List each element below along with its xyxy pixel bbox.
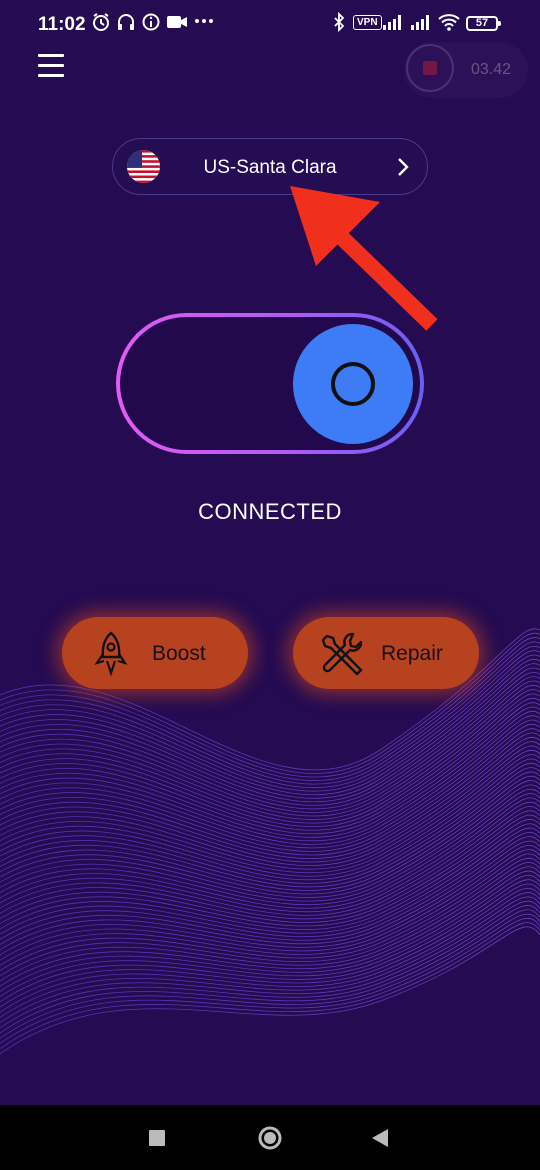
menu-icon[interactable] <box>38 54 66 80</box>
signal-icon <box>410 12 434 32</box>
back-button[interactable] <box>372 1129 388 1152</box>
tools-icon <box>321 632 363 676</box>
repair-button[interactable]: Repair <box>293 617 479 689</box>
video-icon <box>166 12 188 32</box>
status-time: 11:02 <box>38 14 86 35</box>
more-icon <box>194 18 214 24</box>
bluetooth-icon <box>332 12 346 32</box>
status-bar: 11:02 VPN 57 <box>0 0 540 48</box>
system-nav-bar <box>0 1105 540 1170</box>
connection-status: CONNECTED <box>198 499 342 524</box>
signal-icon <box>382 12 406 32</box>
recents-button[interactable] <box>149 1130 165 1151</box>
stop-record-button[interactable] <box>406 44 454 92</box>
annotation-arrow-icon <box>290 186 438 331</box>
battery-icon: 57 <box>466 16 501 31</box>
headphones-icon <box>117 12 135 32</box>
power-knob-icon[interactable] <box>293 324 413 444</box>
home-button[interactable] <box>257 1125 283 1156</box>
screen-recorder-widget[interactable]: 03.42 <box>404 42 528 98</box>
connect-toggle[interactable] <box>116 313 424 454</box>
wifi-icon <box>437 12 461 32</box>
alarm-icon <box>92 12 110 32</box>
boost-button[interactable]: Boost <box>62 617 248 689</box>
info-icon <box>142 12 160 32</box>
boost-label: Boost <box>152 642 206 665</box>
record-timer: 03.42 <box>471 61 512 78</box>
vpn-badge: VPN <box>353 15 382 30</box>
repair-label: Repair <box>381 642 443 665</box>
rocket-icon <box>94 631 128 677</box>
